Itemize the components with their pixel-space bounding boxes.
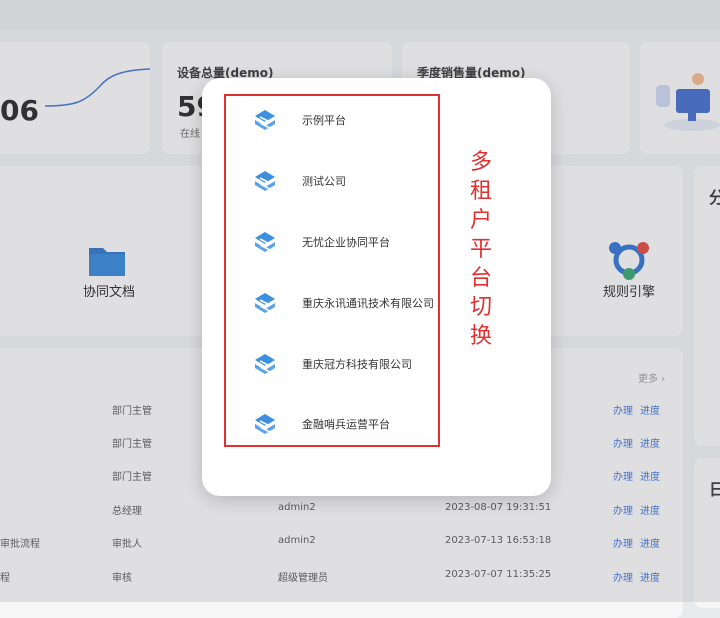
annotation-char: 换: [469, 324, 492, 349]
tenant-name: 无忧企业协同平台: [302, 236, 390, 249]
annotation-char: 租: [469, 179, 492, 204]
tenant-name: 金融哨兵运营平台: [302, 418, 390, 431]
tenant-name: 示例平台: [302, 114, 346, 127]
tenant-switch-modal: 示例平台 测试公司 无忧企业协同平台 重庆永讯通讯技术有限公司 重庆冠方科技有限…: [202, 78, 551, 496]
tenant-logo-icon: [255, 171, 275, 191]
tenant-item[interactable]: 测试公司: [226, 157, 442, 207]
tenant-item[interactable]: 重庆永讯通讯技术有限公司: [226, 279, 442, 329]
highlight-box: 示例平台 测试公司 无忧企业协同平台 重庆永讯通讯技术有限公司 重庆冠方科技有限…: [224, 94, 440, 447]
tenant-item[interactable]: 示例平台: [226, 96, 442, 146]
tenant-item[interactable]: 重庆冠方科技有限公司: [226, 340, 442, 390]
annotation-char: 平: [469, 237, 492, 262]
tenant-name: 测试公司: [302, 175, 346, 188]
tenant-name: 重庆冠方科技有限公司: [302, 358, 412, 371]
tenant-logo-icon: [255, 354, 275, 374]
tenant-name: 重庆永讯通讯技术有限公司: [302, 297, 434, 310]
tenant-logo-icon: [255, 293, 275, 313]
annotation-char: 切: [469, 295, 492, 320]
annotation-char: 多: [469, 150, 492, 175]
tenant-item[interactable]: 金融哨兵运营平台: [226, 400, 442, 450]
annotation-text: 多 租 户 平 台 切 换: [468, 148, 494, 351]
tenant-logo-icon: [255, 232, 275, 252]
annotation-char: 台: [469, 266, 492, 291]
tenant-logo-icon: [255, 110, 275, 130]
tenant-item[interactable]: 无忧企业协同平台: [226, 218, 442, 268]
tenant-logo-icon: [255, 414, 275, 434]
annotation-char: 户: [469, 208, 492, 233]
